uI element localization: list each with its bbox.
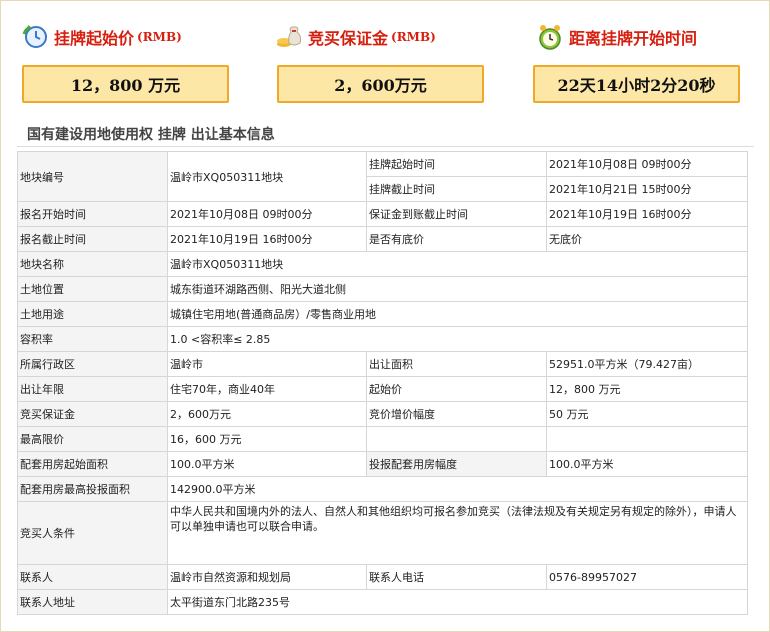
table-row: 配套用房最高投报面积 142900.0平方米	[17, 476, 748, 502]
countdown-heading: 距离挂牌开始时间	[537, 22, 697, 52]
bid-increment-value: 50 万元	[546, 401, 748, 427]
registration-end-label: 报名截止时间	[17, 226, 168, 252]
location-label: 土地位置	[17, 276, 168, 302]
bid-deposit-value: 2，600万元	[167, 401, 367, 427]
listing-start-value: 2021年10月08日 09时00分	[546, 151, 748, 177]
bidder-conditions-value: 中华人民共和国境内外的法人、自然人和其他组织均可报名参加竞买（法律法规及有关规定…	[167, 501, 748, 565]
start-price-unit: (RMB)	[137, 30, 182, 44]
max-price-label: 最高限价	[17, 426, 168, 452]
table-row: 联系人地址 太平街道东门北路235号	[17, 589, 748, 615]
contact-phone-value: 0576-89957027	[546, 564, 748, 590]
table-row: 地块名称 温岭市XQ050311地块	[17, 251, 748, 277]
listing-end-value: 2021年10月21日 15时00分	[546, 176, 748, 202]
plot-ratio-label: 容积率	[17, 326, 168, 352]
section-title: 国有建设用地使用权 挂牌 出让基本信息	[27, 127, 275, 143]
countdown-title: 距离挂牌开始时间	[569, 29, 698, 48]
district-label: 所属行政区	[17, 351, 168, 377]
transfer-area-value: 52951.0平方米（79.427亩）	[546, 351, 748, 377]
money-bag-icon	[277, 26, 302, 47]
empty-value	[546, 426, 748, 452]
empty-label	[366, 426, 547, 452]
plot-ratio-value: 1.0 <容积率≤ 2.85	[167, 326, 748, 352]
contact-address-label: 联系人地址	[17, 589, 168, 615]
term-label: 出让年限	[17, 376, 168, 402]
housing-increment-label: 投报配套用房幅度	[366, 451, 547, 477]
parcel-name-label: 地块名称	[17, 251, 168, 277]
contact-value: 温岭市自然资源和规划局	[167, 564, 367, 590]
clock-refresh-icon	[22, 25, 47, 48]
bidder-conditions-label: 竞买人条件	[17, 501, 168, 565]
housing-start-area-value: 100.0平方米	[167, 451, 367, 477]
listing-start-label: 挂牌起始时间	[366, 151, 547, 177]
parcel-id-label: 地块编号	[17, 151, 168, 202]
term-value: 住宅70年，商业40年	[167, 376, 367, 402]
start-price-title: 挂牌起始价	[54, 29, 135, 48]
land-info-table: 地块编号 温岭市XQ050311地块 挂牌起始时间 2021年10月08日 09…	[17, 151, 748, 615]
parcel-name-value: 温岭市XQ050311地块	[167, 251, 748, 277]
table-row: 联系人 温岭市自然资源和规划局 联系人电话 0576-89957027	[17, 564, 748, 590]
deposit-value: 2，600万元	[277, 65, 484, 103]
contact-phone-label: 联系人电话	[366, 564, 547, 590]
reserve-price-label: 是否有底价	[366, 226, 547, 252]
table-row: 容积率 1.0 <容积率≤ 2.85	[17, 326, 748, 352]
contact-address-value: 太平街道东门北路235号	[167, 589, 748, 615]
housing-max-area-value: 142900.0平方米	[167, 476, 748, 502]
table-row: 土地位置 城东街道环湖路西侧、阳光大道北侧	[17, 276, 748, 302]
contact-label: 联系人	[17, 564, 168, 590]
reserve-price-value: 无底价	[546, 226, 748, 252]
housing-start-area-label: 配套用房起始面积	[17, 451, 168, 477]
district-value: 温岭市	[167, 351, 367, 377]
section-divider	[17, 146, 754, 147]
location-value: 城东街道环湖路西侧、阳光大道北侧	[167, 276, 748, 302]
starting-price-label: 起始价	[366, 376, 547, 402]
table-row: 土地用途 城镇住宅用地(普通商品房）/零售商业用地	[17, 301, 748, 327]
start-price-value: 12，800 万元	[22, 65, 229, 103]
table-row: 最高限价 16，600 万元	[17, 426, 748, 452]
deposit-heading: 竞买保证金 (RMB)	[276, 22, 436, 52]
land-use-label: 土地用途	[17, 301, 168, 327]
housing-increment-value: 100.0平方米	[546, 451, 748, 477]
parcel-id-value: 温岭市XQ050311地块	[167, 151, 367, 202]
max-price-value: 16，600 万元	[167, 426, 367, 452]
deposit-unit: (RMB)	[391, 30, 436, 44]
table-row: 所属行政区 温岭市 出让面积 52951.0平方米（79.427亩）	[17, 351, 748, 377]
start-price-heading: 挂牌起始价 (RMB)	[22, 22, 182, 52]
table-row: 出让年限 住宅70年，商业40年 起始价 12，800 万元	[17, 376, 748, 402]
bid-deposit-label: 竞买保证金	[17, 401, 168, 427]
countdown-value: 22天14小时2分20秒	[533, 65, 740, 103]
table-row: 竞买保证金 2，600万元 竞价增价幅度 50 万元	[17, 401, 748, 427]
housing-max-area-label: 配套用房最高投报面积	[17, 476, 168, 502]
registration-end-value: 2021年10月19日 16时00分	[167, 226, 367, 252]
listing-end-label: 挂牌截止时间	[366, 176, 547, 202]
starting-price-value: 12，800 万元	[546, 376, 748, 402]
table-row: 报名开始时间 2021年10月08日 09时00分 保证金到账截止时间 2021…	[17, 201, 748, 227]
bid-increment-label: 竞价增价幅度	[366, 401, 547, 427]
deposit-deadline-value: 2021年10月19日 16时00分	[546, 201, 748, 227]
table-row: 地块编号 温岭市XQ050311地块 挂牌起始时间 2021年10月08日 09…	[17, 151, 748, 202]
registration-start-value: 2021年10月08日 09时00分	[167, 201, 367, 227]
table-row: 竞买人条件 中华人民共和国境内外的法人、自然人和其他组织均可报名参加竞买（法律法…	[17, 501, 748, 565]
table-row: 报名截止时间 2021年10月19日 16时00分 是否有底价 无底价	[17, 226, 748, 252]
land-use-value: 城镇住宅用地(普通商品房）/零售商业用地	[167, 301, 748, 327]
alarm-clock-icon	[539, 25, 561, 50]
transfer-area-label: 出让面积	[366, 351, 547, 377]
deposit-title: 竞买保证金	[308, 29, 389, 48]
table-row: 配套用房起始面积 100.0平方米 投报配套用房幅度 100.0平方米	[17, 451, 748, 477]
deposit-deadline-label: 保证金到账截止时间	[366, 201, 547, 227]
registration-start-label: 报名开始时间	[17, 201, 168, 227]
